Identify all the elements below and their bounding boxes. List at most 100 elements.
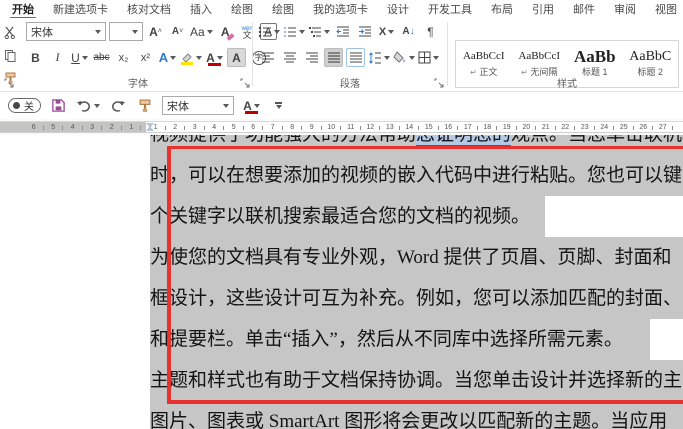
subscript-button[interactable]: x₂: [114, 48, 133, 67]
ribbon-tab[interactable]: 布局: [491, 1, 513, 17]
font-group-row2: B I U abc x₂ x² A A A 字: [26, 48, 268, 67]
redo-button[interactable]: [108, 96, 127, 115]
underline-button[interactable]: U: [70, 48, 89, 67]
phonetic-bottom-glyph: 文: [242, 29, 252, 40]
style-card[interactable]: AaBbC 标题 2: [623, 41, 679, 87]
italic-button[interactable]: I: [48, 48, 67, 67]
shrink-font-button[interactable]: A ˅: [168, 22, 187, 41]
clipboard-dialog-launcher-icon[interactable]: [4, 78, 14, 88]
shading-button[interactable]: [393, 48, 415, 67]
bold-button[interactable]: B: [26, 48, 45, 67]
font-dialog-launcher-icon[interactable]: [240, 78, 250, 88]
format-painter-button[interactable]: [135, 96, 154, 115]
paragraph-dialog-launcher-icon[interactable]: [434, 78, 444, 88]
decrease-indent-button[interactable]: [333, 22, 352, 41]
phonetic-guide-button[interactable]: wén 文: [238, 22, 257, 41]
doc-text: 视频提供了功能强大的方法帮助您证明您的观点。当您单击联机视频: [150, 135, 683, 155]
ruler-number: 20: [517, 122, 537, 132]
pilcrow-glyph: ¶: [427, 24, 434, 39]
ribbon: 宋体 A˄ A˅ Aa A wén 文 A B I U abc x₂ x² A …: [0, 18, 683, 92]
autosave-toggle[interactable]: 关: [8, 98, 41, 113]
chevron-down-icon: [275, 104, 282, 109]
strikethrough-button[interactable]: abc: [92, 48, 111, 67]
change-case-button[interactable]: Aa: [190, 22, 213, 41]
ribbon-tab[interactable]: 设计: [387, 1, 409, 17]
qat-overflow-button[interactable]: [269, 96, 288, 115]
doc-text: 主题和样式也有助于文档保持协调。当您单击设计并选择新的主: [150, 370, 683, 391]
ruler-number: 17: [458, 122, 478, 132]
horizontal-ruler[interactable]: 654321 1 2 3 4 5 6 7 8 9 10 11 12 13 14 15 16 17 18 19 20 21…: [0, 121, 683, 133]
ribbon-tab[interactable]: 我的选项卡: [313, 1, 368, 17]
align-left-icon: [261, 52, 274, 62]
ruler-bar: 654321 1 2 3 4 5 6 7 8 9 10 11 12 13 14 15 16 17 18 19 20 21…: [0, 119, 683, 135]
highlighter-icon: [181, 52, 193, 65]
text-effects-glyph: A: [158, 50, 169, 65]
ribbon-tab[interactable]: 视图: [655, 1, 677, 17]
qat-font-name-combobox[interactable]: 宋体: [162, 96, 234, 115]
distribute-button[interactable]: [346, 48, 365, 67]
align-center-button[interactable]: [280, 48, 299, 67]
text-highlight-button[interactable]: [180, 48, 202, 67]
style-sample: AaBbC: [629, 49, 672, 64]
chevron-down-icon: [433, 55, 439, 60]
undo-button[interactable]: [76, 96, 100, 115]
grow-font-button[interactable]: A ˄: [146, 22, 165, 41]
document-page[interactable]: 视频提供了功能强大的方法帮助您证明您的观点。当您单击联机视频 时，可以在想要添加…: [0, 135, 683, 429]
hanging-indent-marker[interactable]: [146, 126, 154, 131]
ribbon-tab[interactable]: 插入: [190, 1, 212, 17]
style-name: ↵ 正文: [470, 67, 498, 77]
align-right-button[interactable]: [302, 48, 321, 67]
ruler-number: 22: [556, 122, 576, 132]
font-color-bar: [245, 111, 258, 114]
character-shading-button[interactable]: A: [227, 48, 246, 67]
show-marks-button[interactable]: ¶: [421, 22, 440, 41]
ruler-number: 1: [122, 122, 142, 132]
ruler-margin-numbers: 654321: [24, 122, 141, 132]
numbered-list-button[interactable]: [283, 22, 305, 41]
text-effects-button[interactable]: A: [158, 48, 177, 67]
line-spacing-button[interactable]: [368, 48, 390, 67]
paragraph-group-row1: X A ↓ ¶: [258, 22, 440, 41]
style-name: 标题 2: [637, 67, 663, 77]
ribbon-tab[interactable]: 核对文档: [127, 1, 171, 17]
style-card[interactable]: AaBbCcI ↵ 正文: [456, 41, 512, 87]
multilevel-list-icon: [309, 26, 321, 37]
save-button[interactable]: [49, 96, 68, 115]
ribbon-tab[interactable]: 绘图: [272, 1, 294, 17]
ribbon-tab[interactable]: 审阅: [614, 1, 636, 17]
doc-line: 为使您的文档具有专业外观，Word 提供了页眉、页脚、封面和: [150, 237, 683, 278]
qat-font-color-button[interactable]: A: [242, 96, 261, 115]
ribbon-tab[interactable]: 引用: [532, 1, 554, 17]
ribbon-tab[interactable]: 新建选项卡: [53, 1, 108, 17]
align-center-icon: [283, 52, 296, 62]
bullet-list-button[interactable]: [258, 22, 280, 41]
doc-text: 和提要栏。单击“插入”，然后从不同库中选择所需元素。: [150, 329, 623, 350]
font-name-combobox[interactable]: 宋体: [26, 22, 106, 41]
borders-button[interactable]: [418, 48, 439, 67]
align-left-button[interactable]: [258, 48, 277, 67]
increase-indent-button[interactable]: [355, 22, 374, 41]
font-color-button[interactable]: A: [205, 48, 224, 67]
ribbon-tab[interactable]: 开始: [10, 1, 36, 20]
ribbon-tab[interactable]: 绘图: [231, 1, 253, 17]
ribbon-tab-bar: 开始新建选项卡核对文档插入绘图绘图我的选项卡设计开发工具布局引用邮件审阅视图帮助: [0, 0, 683, 20]
doc-text: 时，可以在想要添加的视频的嵌入代码中进行粘贴。您也可以键: [150, 165, 683, 186]
chevron-down-icon: [94, 103, 100, 108]
ruler-number: 16: [439, 122, 459, 132]
asian-layout-button[interactable]: X: [377, 22, 396, 41]
cut-icon[interactable]: [2, 23, 18, 42]
copy-icon[interactable]: [2, 46, 18, 65]
ribbon-tab[interactable]: 开发工具: [428, 1, 472, 17]
superscript-button[interactable]: x²: [136, 48, 155, 67]
multilevel-list-button[interactable]: [308, 22, 330, 41]
style-sample: AaBbCcI: [462, 50, 505, 62]
distribute-icon: [349, 52, 362, 62]
font-size-combobox[interactable]: [109, 22, 143, 41]
font-name-value: 宋体: [31, 26, 53, 39]
toggle-knob: [13, 102, 20, 109]
clear-formatting-button[interactable]: A: [216, 22, 235, 41]
ruler-number: 25: [614, 122, 634, 132]
justify-button[interactable]: [324, 48, 343, 67]
ribbon-tab[interactable]: 邮件: [573, 1, 595, 17]
sort-button[interactable]: A ↓: [399, 22, 418, 41]
